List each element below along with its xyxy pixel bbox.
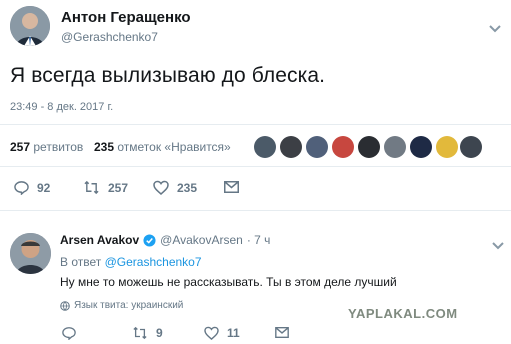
retweet-icon xyxy=(133,326,147,340)
reply-author-handle[interactable]: @AvakovArsen xyxy=(160,233,243,247)
liker-avatar[interactable] xyxy=(384,136,406,158)
liker-avatar[interactable] xyxy=(332,136,354,158)
retweets-label: ретвитов xyxy=(33,140,84,154)
tweet-timestamp[interactable]: 23:49 - 8 дек. 2017 г. xyxy=(10,101,113,113)
verified-badge-icon xyxy=(143,233,156,247)
divider-top xyxy=(0,124,511,125)
reply-time[interactable]: · 7 ч xyxy=(247,233,271,247)
envelope-icon xyxy=(224,181,239,193)
author-name[interactable]: Антон Геращенко xyxy=(61,9,191,26)
reply-like-button[interactable]: 11 xyxy=(204,326,240,340)
retweet-count: 257 xyxy=(108,180,129,195)
heart-icon xyxy=(204,326,219,340)
envelope-icon xyxy=(275,327,289,338)
author-avatar[interactable] xyxy=(10,6,50,46)
reply-like-count: 11 xyxy=(227,326,240,340)
reply-icon xyxy=(14,181,29,195)
reply-retweet-count: 9 xyxy=(156,326,163,340)
likes-stat[interactable]: 235 отметок «Нравится» xyxy=(94,140,231,154)
liker-avatar[interactable] xyxy=(254,136,276,158)
watermark: YAPLAKAL.COM xyxy=(348,306,458,321)
reply-direct-message-button[interactable] xyxy=(275,327,289,338)
likes-label: отметок «Нравится» xyxy=(117,140,231,154)
reply-author-avatar[interactable] xyxy=(10,233,51,274)
retweets-count: 257 xyxy=(10,140,31,154)
globe-icon xyxy=(60,300,70,311)
retweet-button[interactable]: 257 xyxy=(83,180,128,195)
retweets-stat[interactable]: 257 ретвитов xyxy=(10,140,83,154)
heart-icon xyxy=(153,180,169,195)
language-note-text: Язык твита: украинский xyxy=(74,300,184,311)
reply-text: Ну мне то можешь не рассказывать. Ты в э… xyxy=(60,275,397,289)
reply-count: 92 xyxy=(37,180,51,195)
reply-icon xyxy=(62,327,76,340)
reply-to-handle-link[interactable]: @Gerashchenko7 xyxy=(105,255,202,269)
reply-retweet-button[interactable]: 9 xyxy=(132,326,163,340)
reply-context: В ответ @Gerashchenko7 xyxy=(60,255,202,269)
liker-avatar[interactable] xyxy=(460,136,482,158)
like-count: 235 xyxy=(177,180,198,195)
divider-middle xyxy=(0,166,511,167)
likes-count: 235 xyxy=(94,140,115,154)
retweet-icon xyxy=(84,180,99,195)
liker-avatar[interactable] xyxy=(280,136,302,158)
reply-chevron-down-icon[interactable] xyxy=(492,237,504,255)
reply-author-name[interactable]: Arsen Avakov xyxy=(60,233,139,247)
liker-avatar[interactable] xyxy=(410,136,432,158)
reply-button[interactable]: 92 xyxy=(14,180,50,195)
author-handle[interactable]: @Gerashchenko7 xyxy=(61,30,158,44)
reply-to-prefix: В ответ xyxy=(60,255,102,269)
tweet-text: Я всегда вылизываю до блеска. xyxy=(10,64,326,87)
reply-header: Arsen Avakov @AvakovArsen · 7 ч xyxy=(60,233,270,247)
divider-bottom xyxy=(0,210,511,211)
direct-message-button[interactable] xyxy=(224,181,239,193)
language-note: Язык твита: украинский xyxy=(60,300,183,311)
liker-avatar[interactable] xyxy=(358,136,380,158)
reply-reply-button[interactable] xyxy=(62,326,76,340)
chevron-down-icon[interactable] xyxy=(489,20,501,38)
liker-avatar[interactable] xyxy=(436,136,458,158)
liker-avatar[interactable] xyxy=(306,136,328,158)
like-button[interactable]: 235 xyxy=(153,180,197,195)
